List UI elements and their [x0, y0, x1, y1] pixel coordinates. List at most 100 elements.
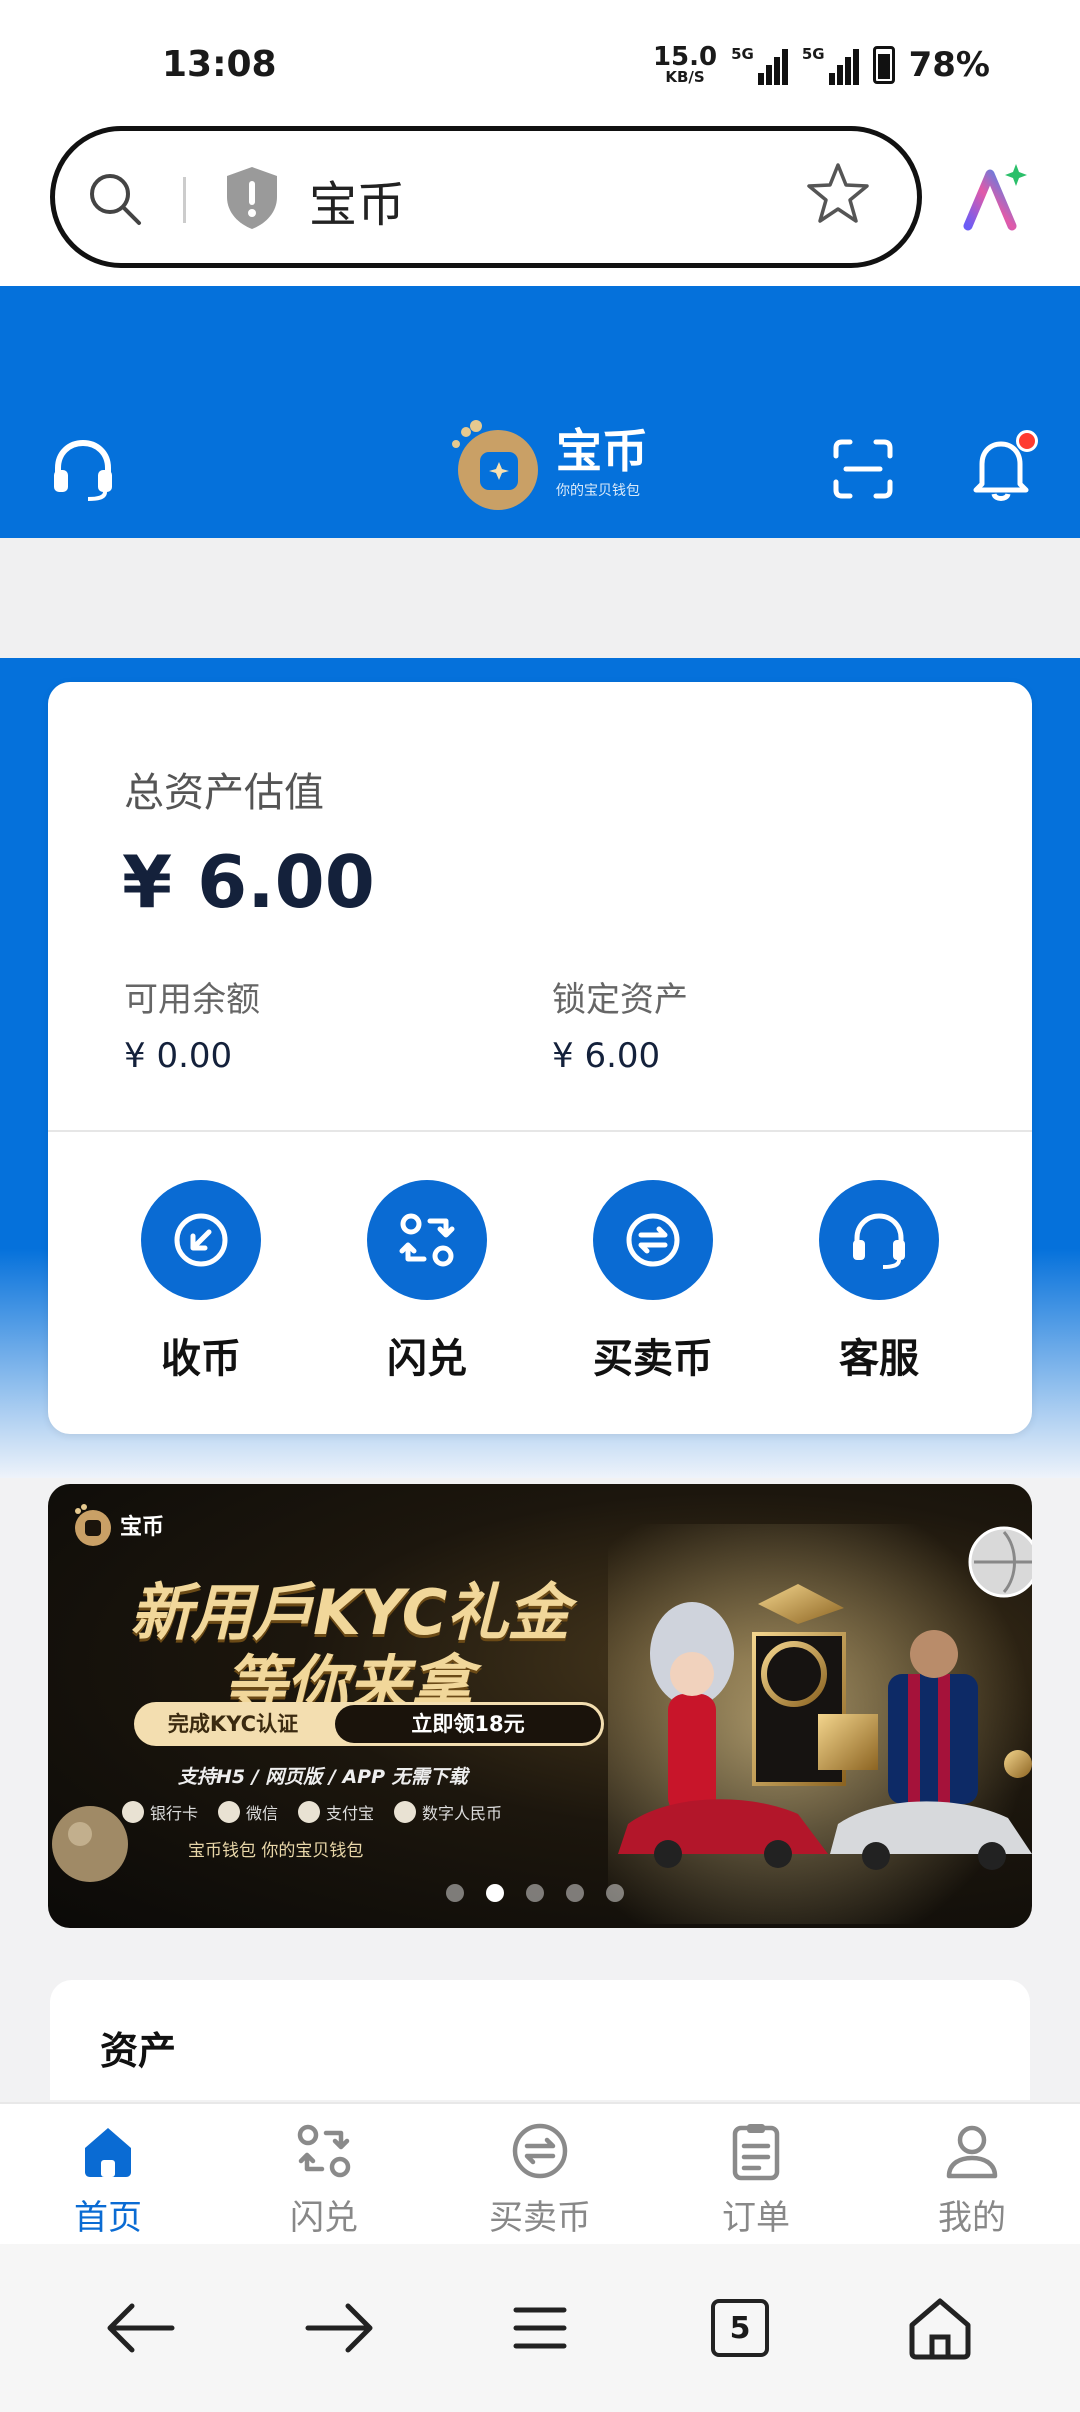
app-logo: 宝币 你的宝贝钱包: [446, 414, 648, 514]
header-spacer: [0, 538, 1080, 658]
url-text: 宝币: [309, 177, 406, 233]
network-speed-unit: KB/S: [665, 68, 705, 86]
payment-wechat: 微信: [218, 1800, 278, 1824]
menu-button[interactable]: [490, 2278, 590, 2378]
assets-title: 资产: [100, 2029, 177, 2073]
alipay-icon: [298, 1801, 321, 1823]
arrow-right-icon: [305, 2303, 373, 2353]
support-button[interactable]: 客服: [766, 1180, 992, 1384]
headset-icon: [853, 1213, 905, 1269]
swap-icon: [399, 1213, 455, 1267]
trade-icon: [626, 1213, 680, 1267]
search-icon[interactable]: [85, 169, 145, 229]
arrow-left-icon: [107, 2303, 175, 2353]
banner-cta[interactable]: 完成KYC认证 立即领18元: [134, 1702, 604, 1746]
banner-illustration: [608, 1524, 1032, 1924]
customer-service-icon[interactable]: [50, 436, 116, 502]
swap-label: 闪兑: [387, 1336, 467, 1382]
tab-orders[interactable]: 订单: [648, 2104, 864, 2244]
menu-icon: [513, 2307, 567, 2349]
carousel-dot-active[interactable]: [486, 1884, 504, 1902]
user-icon: [946, 2125, 998, 2179]
swap-icon: [297, 2124, 351, 2178]
banner-support-text: 支持H5 / 网页版 / APP 无需下载: [178, 1766, 468, 1788]
available-balance-value: ¥ 0.00: [124, 1036, 233, 1076]
bookmark-star-icon[interactable]: [805, 161, 871, 227]
tab-profile-label: 我的: [938, 2198, 1006, 2238]
logo-subtitle: 你的宝贝钱包: [556, 483, 640, 499]
network-speed: 15.0 KB/S: [653, 44, 717, 85]
promo-banner[interactable]: 宝币 新用戶KYC礼金 等你来拿 完成KYC认证 立即领18元 支持H5 / 网…: [48, 1484, 1032, 1928]
signal-icon-2: 5G: [802, 45, 859, 85]
sim1-label: 5G: [731, 44, 754, 63]
url-divider: [183, 177, 186, 223]
tab-profile[interactable]: 我的: [864, 2104, 1080, 2244]
banner-tagline: 宝币钱包 你的宝贝钱包: [188, 1841, 364, 1861]
logo-mark-icon: [452, 420, 538, 510]
clipboard-icon: [732, 2124, 780, 2181]
ecny-icon: [394, 1801, 417, 1823]
home-icon: [85, 2128, 131, 2177]
support-label: 客服: [839, 1336, 919, 1382]
banner-logo-icon: [75, 1504, 111, 1546]
browser-address-bar: 宝币: [0, 110, 1080, 286]
receive-button[interactable]: 收币: [88, 1180, 314, 1384]
app-header: 宝币 你的宝贝钱包: [0, 286, 1080, 538]
carousel-indicator: [446, 1884, 624, 1902]
carousel-dot[interactable]: [526, 1884, 544, 1902]
tab-count: 5: [711, 2299, 769, 2357]
payment-ecny: 数字人民币: [394, 1800, 502, 1824]
quick-actions: 收币 闪兑 买卖币 客服: [48, 1180, 1032, 1384]
back-button[interactable]: [90, 2278, 190, 2378]
logo-title: 宝币: [556, 424, 648, 478]
trade-label: 买卖币: [593, 1336, 713, 1382]
notification-dot: [1016, 430, 1038, 452]
tab-trade-label: 买卖币: [489, 2198, 591, 2238]
ai-assistant-icon[interactable]: [958, 162, 1030, 234]
home-outline-icon: [909, 2298, 971, 2360]
total-assets-label: 总资产估值: [124, 770, 324, 816]
carousel-dot[interactable]: [566, 1884, 584, 1902]
sim2-label: 5G: [801, 44, 825, 63]
swap-button[interactable]: 闪兑: [314, 1180, 540, 1384]
forward-button[interactable]: [290, 2278, 390, 2378]
balloon-icon: [52, 1806, 128, 1882]
carousel-dot[interactable]: [446, 1884, 464, 1902]
assets-section: 资产: [50, 1980, 1030, 2100]
trade-icon: [512, 2123, 568, 2179]
shield-icon[interactable]: [223, 165, 281, 231]
receive-label: 收币: [161, 1336, 241, 1382]
battery-level: 78%: [908, 44, 990, 85]
notification-button[interactable]: [968, 430, 1038, 504]
status-time: 13:08: [162, 44, 277, 85]
status-indicators: 15.0 KB/S 5G 5G 78%: [653, 44, 990, 85]
tab-swap[interactable]: 闪兑: [216, 2104, 432, 2244]
payment-alipay: 支付宝: [298, 1800, 374, 1824]
signal-icon: 5G: [731, 45, 788, 85]
tab-trade[interactable]: 买卖币: [432, 2104, 648, 2244]
payment-bank: 银行卡: [122, 1800, 198, 1824]
wechat-icon: [218, 1801, 241, 1823]
bottom-tab-bar: 首页 闪兑 买卖币 订单 我的: [0, 2102, 1080, 2244]
tab-orders-label: 订单: [722, 2198, 790, 2238]
scan-icon[interactable]: [832, 438, 894, 500]
locked-assets-value: ¥ 6.00: [552, 1036, 661, 1076]
tab-home[interactable]: 首页: [0, 2104, 216, 2244]
url-field[interactable]: 宝币: [50, 126, 922, 268]
tabs-button[interactable]: 5: [690, 2278, 790, 2378]
card-divider: [48, 1130, 1032, 1132]
trade-button[interactable]: 买卖币: [540, 1180, 766, 1384]
network-speed-value: 15.0: [652, 42, 718, 72]
home-button[interactable]: [890, 2278, 990, 2378]
receive-icon: [174, 1213, 228, 1267]
banner-cta-left: 完成KYC认证: [167, 1712, 299, 1736]
locked-assets-label: 锁定资产: [552, 980, 688, 1020]
available-balance-label: 可用余额: [124, 980, 260, 1020]
tab-swap-label: 闪兑: [290, 2198, 358, 2238]
banner-payment-methods: 银行卡 微信 支付宝 数字人民币: [122, 1800, 502, 1824]
carousel-dot[interactable]: [606, 1884, 624, 1902]
status-bar: 13:08 15.0 KB/S 5G 5G 78%: [0, 0, 1080, 120]
asset-summary-card: 总资产估值 ¥ 6.00 可用余额 ¥ 0.00 锁定资产 ¥ 6.00 收币: [48, 682, 1032, 1434]
tab-home-label: 首页: [74, 2198, 142, 2238]
browser-nav-bar: 5: [0, 2244, 1080, 2412]
